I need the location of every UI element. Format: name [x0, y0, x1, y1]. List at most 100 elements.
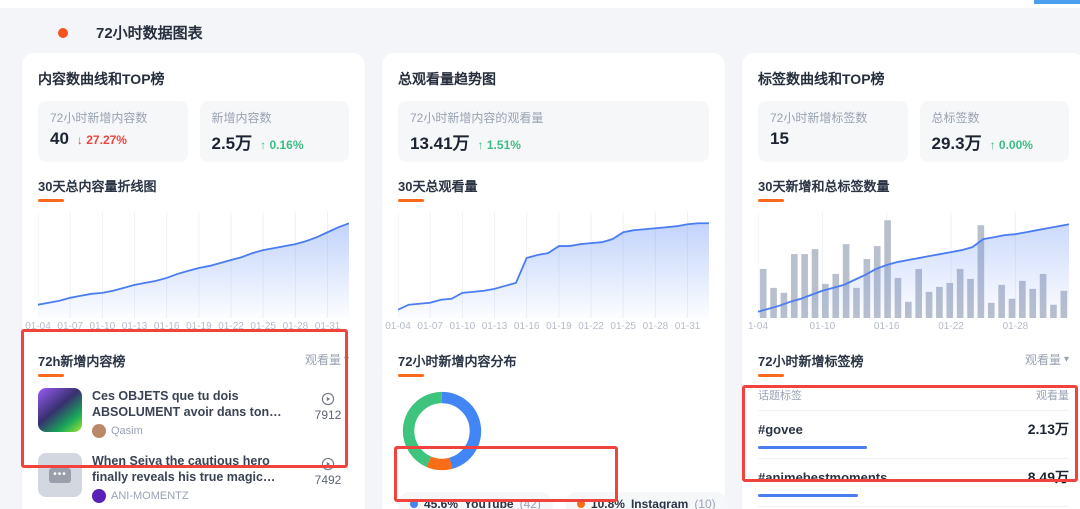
bullet-dot-icon: [58, 27, 68, 38]
chart-subtitle: 30天总观看量: [398, 179, 478, 194]
orange-underline: [758, 374, 784, 377]
x-tick-label: 01-07: [57, 321, 83, 332]
donut-legend: 45.6% YouTube (42) 10.8% Instagram (10) …: [398, 492, 728, 509]
x-tick-label: 01-10: [809, 321, 836, 332]
x-tick-label: 01-10: [89, 321, 116, 332]
stat-total-tags: 总标签数 29.3万 ↑ 0.00%: [919, 101, 1069, 162]
content-list-item[interactable]: Ces OBJETS que tu dois ABSOLUMENT avoir …: [38, 388, 349, 438]
chart-subtitle: 30天总内容量折线图: [38, 179, 157, 194]
content-list-item[interactable]: ••• When Seiya the cautious hero finally…: [38, 453, 349, 503]
x-tick-label: 01-22: [938, 321, 964, 332]
x-axis-labels: 01-04 01-07 01-10 01-13 01-16 01-19 01-22 01-25…: [385, 321, 709, 335]
sort-dropdown[interactable]: 观看量 ▾: [305, 351, 349, 368]
stat-new-tags-72h: 72小时新增标签数 15: [758, 101, 908, 162]
chart-subtitle: 30天新增和总标签数量: [758, 179, 890, 194]
x-axis-labels: 01-04 01-07 01-10 01-13 01-16 01-19 01-22 01-25…: [25, 321, 349, 335]
tag-progress-bar: [758, 446, 867, 449]
x-tick-label: 01-16: [153, 321, 180, 332]
view-count: 7492: [314, 473, 342, 487]
view-count: 7912: [314, 408, 342, 422]
x-tick-label: 01-22: [218, 321, 244, 332]
stat-new-content-72h: 72小时新增内容数 40 ↓ 27.27%: [38, 101, 188, 162]
orange-underline: [758, 199, 784, 202]
tag-views: 8.49万: [1027, 469, 1069, 485]
x-tick-label: 01-25: [250, 321, 276, 332]
stat-value: 29.3万: [931, 134, 982, 153]
video-title: Ces OBJETS que tu dois ABSOLUMENT avoir …: [92, 389, 270, 419]
x-tick-label: 01-07: [417, 321, 443, 332]
stat-value: 2.5万: [211, 134, 253, 153]
tag-table-header: 话题标签 观看量: [758, 387, 1069, 411]
page-title: 72小时数据图表: [96, 25, 203, 42]
tag-name: #govee: [758, 422, 803, 437]
platform-donut-chart: [402, 391, 482, 471]
stat-value: 13.41万: [410, 134, 470, 153]
orange-underline: [398, 199, 424, 202]
stat-delta-up: ↑ 1.51%: [477, 138, 521, 152]
stat-value: 40: [50, 129, 69, 148]
stat-delta-up: ↑ 0.00%: [989, 138, 1033, 152]
panel-title: 标签数曲线和TOP榜: [758, 71, 885, 87]
x-tick-label: 01-19: [186, 321, 212, 332]
tag-row[interactable]: #animebestmoments 8.49万: [758, 459, 1069, 507]
x-tick-label: 01-31: [314, 321, 341, 332]
x-tick-label: 01-25: [610, 321, 636, 332]
orange-underline: [398, 374, 424, 377]
orange-underline: [38, 374, 64, 377]
x-tick-label: 01-28: [282, 321, 309, 332]
panel-views-trend: 总观看量趋势图 72小时新增内容的观看量 13.41万 ↑ 1.51% 30天总…: [382, 53, 728, 509]
author-name: Qasim: [111, 425, 143, 437]
sort-dropdown[interactable]: 观看量 ▾: [1025, 351, 1069, 368]
x-tick-label: 01-13: [481, 321, 508, 332]
distribution-subtitle: 72小时新增内容分布: [398, 354, 517, 369]
x-tick-label: 01-13: [121, 321, 148, 332]
video-thumbnail-placeholder: •••: [38, 453, 82, 497]
legend-item-youtube[interactable]: 45.6% YouTube (42): [398, 492, 553, 509]
tags-bar-line-chart: [758, 210, 1069, 318]
col-views-label: 观看量: [1036, 390, 1069, 402]
panel-content-stats: 内容数曲线和TOP榜 72小时新增内容数 40 ↓ 27.27% 新增内容数 2…: [22, 53, 365, 509]
x-tick-label: 01-28: [1002, 321, 1029, 332]
stat-delta-down: ↓ 27.27%: [76, 133, 127, 147]
x-tick-label: 01-28: [642, 321, 669, 332]
content-line-chart: [38, 210, 349, 318]
panel-tag-stats: 标签数曲线和TOP榜 72小时新增标签数 15 总标签数 29.3万 ↑ 0.0…: [742, 53, 1080, 509]
tag-row[interactable]: #govee 2.13万: [758, 411, 1069, 459]
list-title: 72小时新增标签榜: [758, 354, 864, 369]
top-bar: [0, 0, 1080, 8]
chevron-down-icon: ▾: [1063, 354, 1069, 365]
play-count-icon: [321, 457, 335, 471]
x-tick-label: 01-04: [25, 321, 51, 332]
stat-new-content-total: 新增内容数 2.5万 ↑ 0.16%: [199, 101, 349, 162]
x-tick-label: 01-04: [385, 321, 411, 332]
stat-views-72h: 72小时新增内容的观看量 13.41万 ↑ 1.51%: [398, 101, 709, 162]
youtube-dot-icon: [410, 500, 418, 508]
tag-name: #animebestmoments: [758, 470, 888, 485]
tag-progress-bar: [758, 494, 858, 497]
panel-title: 总观看量趋势图: [398, 71, 496, 87]
top-right-button-fragment[interactable]: [1034, 0, 1080, 4]
views-line-chart: [398, 210, 709, 318]
stat-value: 15: [770, 129, 789, 148]
video-thumbnail: [38, 388, 82, 432]
x-tick-label: 01-19: [546, 321, 572, 332]
legend-item-instagram[interactable]: 10.8% Instagram (10): [564, 492, 728, 509]
x-tick-label: 01-16: [873, 321, 900, 332]
chevron-down-icon: ▾: [343, 354, 349, 365]
x-tick-label: 01-10: [449, 321, 476, 332]
orange-underline: [38, 199, 64, 202]
panel-title: 内容数曲线和TOP榜: [38, 71, 165, 87]
x-axis-labels: 1-04 01-10 01-16 01-22 01-28: [748, 321, 1069, 335]
col-tag-label: 话题标签: [758, 390, 802, 402]
instagram-dot-icon: [576, 500, 585, 508]
tag-views: 2.13万: [1027, 421, 1069, 437]
stat-delta-up: ↑ 0.16%: [260, 138, 304, 152]
x-tick-label: 01-16: [513, 321, 540, 332]
author-name: ANI-MOMENTZ: [111, 490, 189, 502]
list-title: 72h新增内容榜: [38, 354, 126, 369]
section-header: 72小时数据图表: [0, 8, 1080, 53]
ellipsis-icon: •••: [49, 467, 71, 483]
video-title: When Seiya the cautious hero finally rev…: [92, 454, 270, 484]
x-tick-label: 1-04: [747, 321, 769, 332]
avatar: [92, 424, 106, 438]
